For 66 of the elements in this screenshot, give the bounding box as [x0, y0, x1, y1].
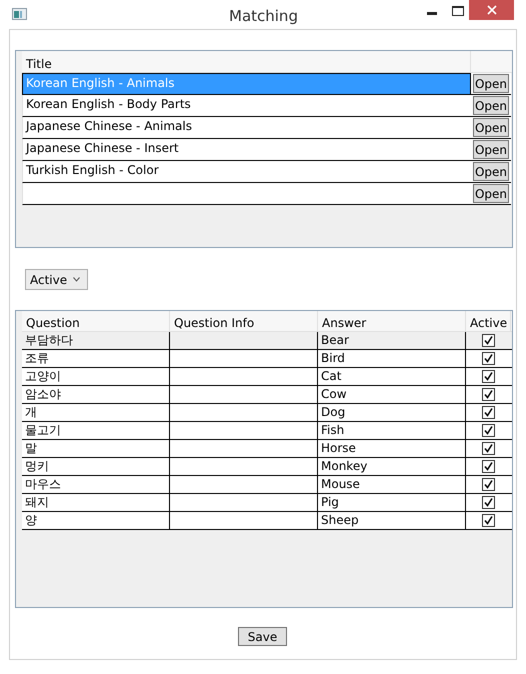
answer-cell: Mouse	[318, 476, 466, 493]
maximize-icon[interactable]	[452, 6, 464, 16]
title-cell[interactable]: Japanese Chinese - Animals	[22, 117, 471, 139]
close-button[interactable]	[469, 0, 514, 20]
checkbox[interactable]	[482, 460, 495, 473]
question-cell: 암소야	[22, 386, 170, 403]
close-icon	[486, 5, 496, 15]
open-button[interactable]: Open	[473, 184, 509, 203]
checkbox[interactable]	[482, 406, 495, 419]
answer-cell: Cat	[318, 368, 466, 385]
checkbox[interactable]	[482, 370, 495, 383]
table-row[interactable]: 돼지 Pig	[22, 494, 512, 512]
table-row[interactable]: 물고기 Fish	[22, 422, 512, 440]
table-row[interactable]: 멍키 Monkey	[22, 458, 512, 476]
caret-icon	[73, 277, 80, 282]
table-row[interactable]: 마우스 Mouse	[22, 476, 512, 494]
table-row[interactable]: 말 Horse	[22, 440, 512, 458]
checkbox[interactable]	[482, 424, 495, 437]
table-row[interactable]: 양 Sheep	[22, 512, 512, 530]
table-row[interactable]: 고양이 Cat	[22, 368, 512, 386]
open-button[interactable]: Open	[473, 162, 509, 181]
checkbox[interactable]	[482, 334, 495, 347]
question-cell: 양	[22, 512, 170, 529]
checkbox[interactable]	[482, 514, 495, 527]
question-cell: 조류	[22, 350, 170, 367]
open-button[interactable]: Open	[473, 74, 509, 93]
window-title: Matching	[229, 6, 298, 27]
column-header[interactable]: Question	[22, 311, 170, 331]
table-row[interactable]: 개 Dog	[22, 404, 512, 422]
open-button[interactable]: Open	[473, 140, 509, 159]
save-button[interactable]: Save	[238, 627, 287, 646]
column-header[interactable]: Question Info	[170, 311, 318, 331]
answer-cell: Monkey	[318, 458, 466, 475]
answer-cell: Bear	[318, 332, 466, 349]
checkbox[interactable]	[482, 496, 495, 509]
question-cell: 고양이	[22, 368, 170, 385]
open-button[interactable]: Open	[473, 96, 509, 115]
question-cell: 멍키	[22, 458, 170, 475]
checkbox[interactable]	[482, 388, 495, 401]
question-cell: 물고기	[22, 422, 170, 439]
column-header[interactable]: Answer	[318, 311, 466, 331]
answer-cell: Pig	[318, 494, 466, 511]
title-cell[interactable]: Korean English - Body Parts	[22, 95, 471, 117]
answer-cell: Bird	[318, 350, 466, 367]
answer-cell: Cow	[318, 386, 466, 403]
checkbox[interactable]	[482, 442, 495, 455]
question-cell: 마우스	[22, 476, 170, 493]
checkbox[interactable]	[482, 478, 495, 491]
answer-cell: Sheep	[318, 512, 466, 529]
answer-cell: Fish	[318, 422, 466, 439]
title-cell[interactable]: Japanese Chinese - Insert	[22, 139, 471, 161]
table-row[interactable]: 조류 Bird	[22, 350, 512, 368]
answer-cell: Dog	[318, 404, 466, 421]
question-cell: 부담하다	[22, 332, 170, 349]
app-icon	[12, 8, 27, 20]
table-row[interactable]: 부담하다 Bear	[22, 332, 512, 350]
question-cell: 돼지	[22, 494, 170, 511]
checkbox[interactable]	[482, 352, 495, 365]
title-cell[interactable]: Turkish English - Color	[22, 161, 471, 183]
open-button[interactable]: Open	[473, 118, 509, 137]
question-cell: 개	[22, 404, 170, 421]
table-row[interactable]: 암소야 Cow	[22, 386, 512, 404]
filter-dropdown[interactable]: Active	[25, 269, 88, 290]
question-cell: 말	[22, 440, 170, 457]
column-header[interactable]: Active	[466, 311, 511, 331]
answer-cell: Horse	[318, 440, 466, 457]
